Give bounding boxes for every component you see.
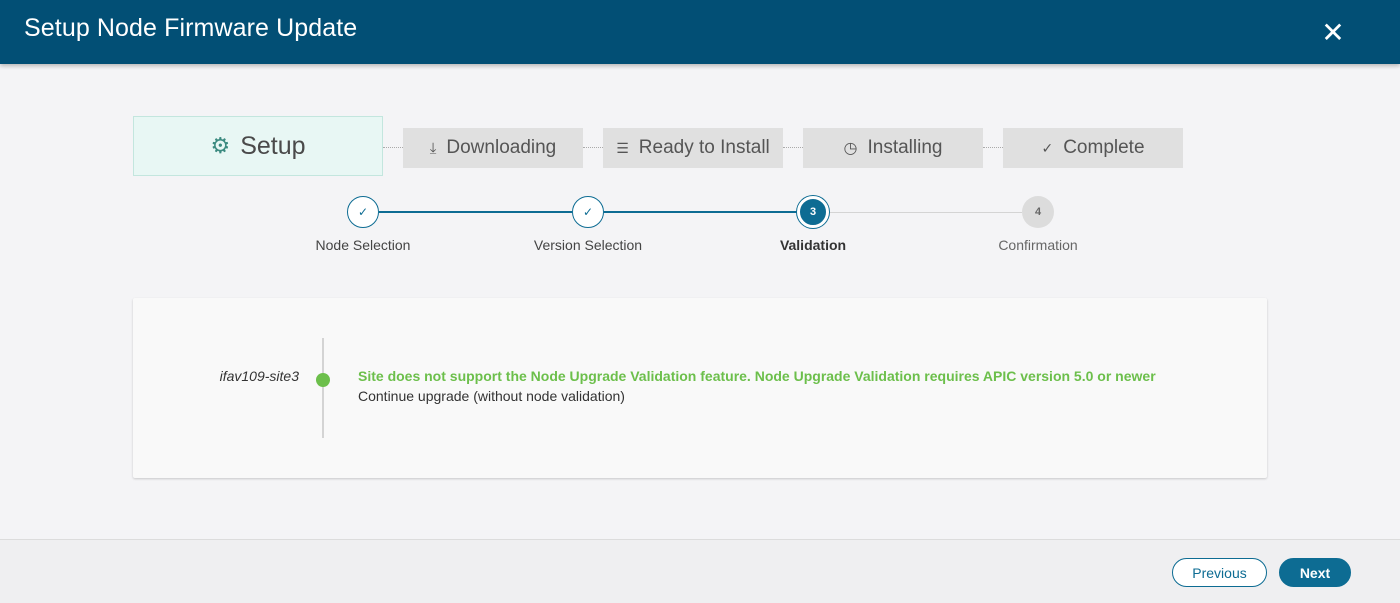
stage-ready-to-install: ☰ Ready to Install xyxy=(603,128,783,168)
step-label-version-selection: Version Selection xyxy=(533,237,643,253)
close-icon[interactable]: ✕ xyxy=(1316,17,1350,49)
stage-label: Complete xyxy=(1063,137,1145,158)
status-dot-icon xyxy=(316,373,330,387)
site-name: ifav109-site3 xyxy=(219,368,299,384)
modal-footer: Previous Next xyxy=(0,539,1400,603)
gear-icon: ⚙ xyxy=(210,133,231,158)
stage-connector xyxy=(783,147,803,148)
step-connector xyxy=(829,212,1022,213)
stage-setup: ⚙ Setup xyxy=(133,116,383,176)
stage-label: Installing xyxy=(867,137,943,158)
step-label-node-selection: Node Selection xyxy=(315,237,411,253)
clock-icon: ◷ xyxy=(843,140,858,157)
step-connector xyxy=(379,211,572,213)
stage-label: Setup xyxy=(240,131,306,160)
stage-downloading: ⤓ Downloading xyxy=(403,128,583,168)
modal-header: Setup Node Firmware Update ✕ xyxy=(0,0,1400,64)
step-connector xyxy=(604,211,797,213)
validation-detail: Continue upgrade (without node validatio… xyxy=(358,388,625,404)
stage-connector xyxy=(383,147,403,148)
stage-connector xyxy=(583,147,603,148)
stage-label: Ready to Install xyxy=(638,137,770,158)
stage-installing: ◷ Installing xyxy=(803,128,983,168)
checklist-icon: ☰ xyxy=(616,139,629,156)
check-circle-icon: ✓ xyxy=(1041,139,1054,156)
previous-button[interactable]: Previous xyxy=(1172,558,1267,587)
step-label-confirmation: Confirmation xyxy=(998,237,1078,253)
download-icon: ⤓ xyxy=(429,139,437,157)
step-version-selection-check-icon[interactable]: ✓ xyxy=(572,196,604,228)
validation-card: ifav109-site3 Site does not support the … xyxy=(133,298,1267,478)
step-confirmation-marker: 4 xyxy=(1022,196,1054,228)
step-label-validation: Validation xyxy=(779,237,847,253)
timeline-bar xyxy=(322,338,324,438)
stage-label: Downloading xyxy=(446,137,557,158)
stage-connector xyxy=(983,147,1003,148)
step-validation-marker: 3 xyxy=(797,196,829,228)
modal-title: Setup Node Firmware Update xyxy=(24,14,358,42)
stage-complete: ✓ Complete xyxy=(1003,128,1183,168)
validation-message: Site does not support the Node Upgrade V… xyxy=(358,368,1156,384)
step-node-selection-check-icon[interactable]: ✓ xyxy=(347,196,379,228)
next-button[interactable]: Next xyxy=(1279,558,1351,587)
